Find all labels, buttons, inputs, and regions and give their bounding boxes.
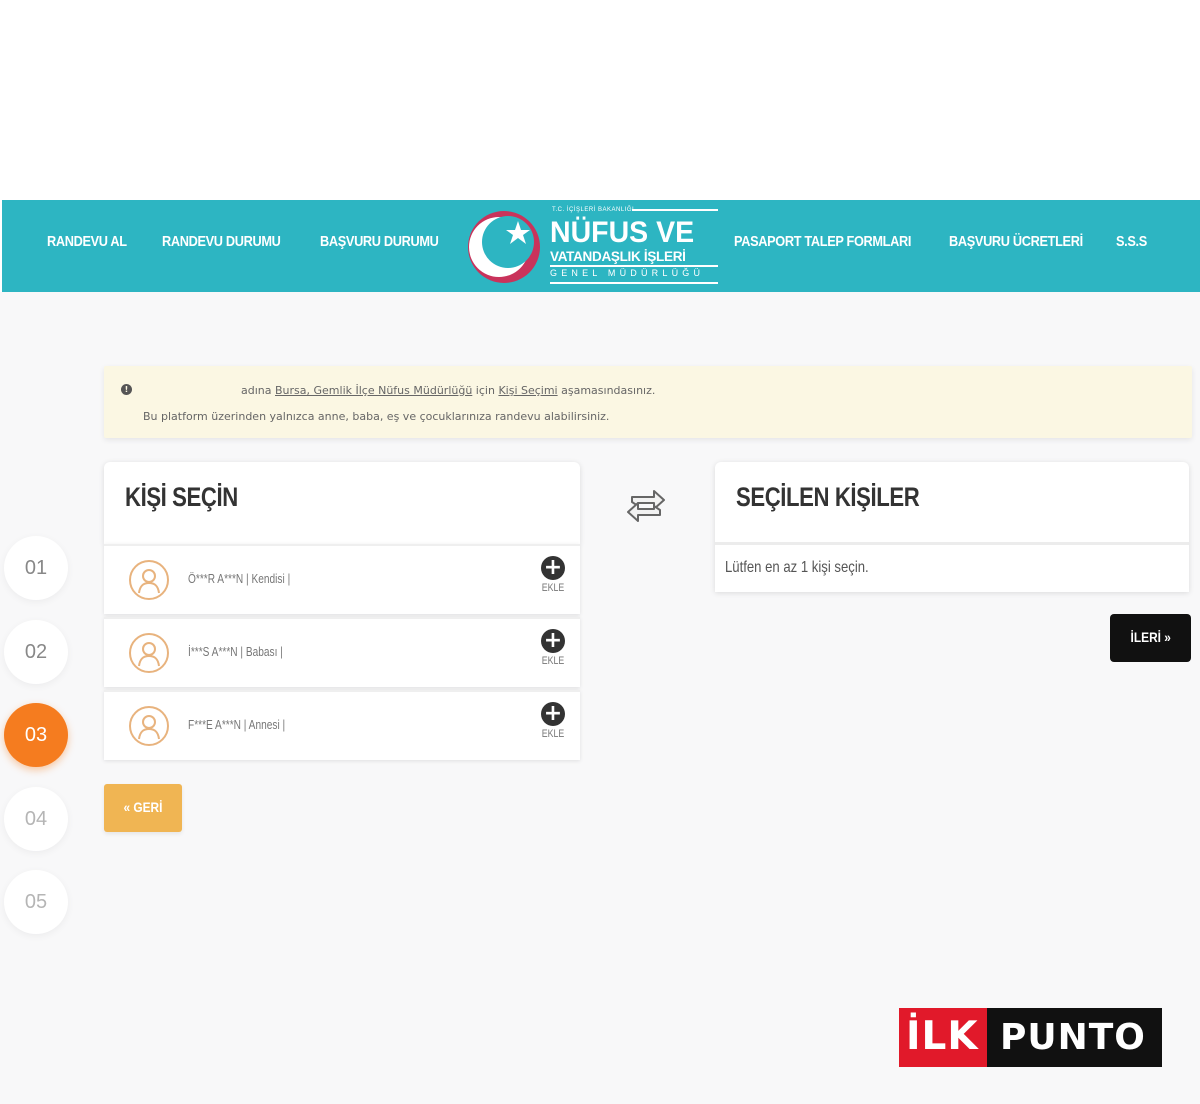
info-alert: ! adına Bursa, Gemlik İlçe Nüfus Müdürlü…: [104, 366, 1192, 438]
alert-prefix: adına: [241, 384, 272, 397]
logo-mid-line: [550, 265, 718, 267]
person-name: İ***S A***N | Babası |: [188, 644, 283, 659]
next-button-label: İLERİ »: [1130, 629, 1171, 645]
nav-pasaport-talep-formlari[interactable]: PASAPORT TALEP FORMLARI: [734, 200, 911, 292]
main-navbar: RANDEVU AL RANDEVU DURUMU BAŞVURU DURUMU…: [2, 200, 1200, 292]
person-name: F***E A***N | Annesi |: [188, 717, 286, 732]
nav-randevu-al[interactable]: RANDEVU AL: [47, 200, 127, 292]
user-avatar-icon: [129, 560, 169, 600]
person-name: Ö***R A***N | Kendisi |: [188, 571, 291, 586]
transfer-icon[interactable]: [622, 486, 670, 526]
step-05: 05: [4, 870, 68, 934]
alert-line-2: Bu platform üzerinden yalnızca anne, bab…: [143, 410, 610, 423]
alert-suffix: aşamasındasınız.: [561, 384, 656, 397]
next-button[interactable]: İLERİ »: [1110, 614, 1191, 662]
nav-sss[interactable]: S.S.S: [1116, 200, 1147, 292]
nav-randevu-durumu[interactable]: RANDEVU DURUMU: [162, 200, 281, 292]
add-person-button[interactable]: + EKLE: [538, 702, 568, 752]
plus-circle-icon: +: [541, 556, 565, 580]
user-avatar-icon: [129, 706, 169, 746]
logo-subtitle: VATANDAŞLIK İŞLERİ: [550, 249, 686, 264]
logo-ministry-text: T.C. İÇİŞLERİ BAKANLIĞI: [552, 207, 635, 213]
logo-small-text: GENEL MÜDÜRLÜĞÜ: [550, 268, 705, 278]
top-blank-area: [0, 0, 1200, 200]
step-03-active: 03: [4, 703, 68, 767]
step-01: 01: [4, 536, 68, 600]
logo-title: NÜFUS VE: [550, 216, 695, 249]
select-person-panel: KİŞİ SEÇİN: [104, 462, 580, 544]
watermark-ilk: İLK: [906, 1014, 979, 1059]
user-avatar-icon: [129, 633, 169, 673]
watermark-punto: PUNTO: [1000, 1017, 1146, 1058]
ilk-punto-watermark: İLK PUNTO: [899, 1008, 1162, 1067]
nav-basvuru-durumu[interactable]: BAŞVURU DURUMU: [320, 200, 439, 292]
alert-line-1: adına Bursa, Gemlik İlçe Nüfus Müdürlüğü…: [241, 384, 655, 397]
back-button-label: « GERİ: [123, 799, 163, 815]
alert-mid: için: [475, 384, 495, 397]
plus-circle-icon: +: [541, 629, 565, 653]
plus-circle-icon: +: [541, 702, 565, 726]
add-person-button[interactable]: + EKLE: [538, 629, 568, 679]
selected-persons-panel: SEÇİLEN KİŞİLER Lütfen en az 1 kişi seçi…: [715, 462, 1189, 592]
person-row: F***E A***N | Annesi | + EKLE: [104, 690, 580, 760]
step-04: 04: [4, 787, 68, 851]
person-row: İ***S A***N | Babası | + EKLE: [104, 617, 580, 687]
add-person-button[interactable]: + EKLE: [538, 556, 568, 606]
add-label: EKLE: [541, 582, 565, 594]
crescent-star-icon: [468, 211, 540, 283]
info-icon: !: [121, 384, 132, 395]
select-panel-title: KİŞİ SEÇİN: [125, 482, 238, 512]
selected-panel-title: SEÇİLEN KİŞİLER: [736, 482, 920, 512]
back-button[interactable]: « GERİ: [104, 784, 182, 832]
nav-basvuru-ucretleri[interactable]: BAŞVURU ÜCRETLERİ: [949, 200, 1083, 292]
add-label: EKLE: [541, 655, 565, 667]
step-02: 02: [4, 620, 68, 684]
nvi-logo[interactable]: T.C. İÇİŞLERİ BAKANLIĞI NÜFUS VE VATANDA…: [462, 204, 720, 290]
logo-bottom-line: [550, 282, 718, 284]
add-label: EKLE: [541, 728, 565, 740]
alert-stage-link[interactable]: Kişi Seçimi: [498, 384, 557, 397]
logo-top-line: [632, 209, 718, 211]
panel-divider: [715, 542, 1189, 545]
alert-office-link[interactable]: Bursa, Gemlik İlçe Nüfus Müdürlüğü: [275, 384, 472, 397]
person-row: Ö***R A***N | Kendisi | + EKLE: [104, 544, 580, 614]
empty-selection-message: Lütfen en az 1 kişi seçin.: [725, 559, 869, 576]
